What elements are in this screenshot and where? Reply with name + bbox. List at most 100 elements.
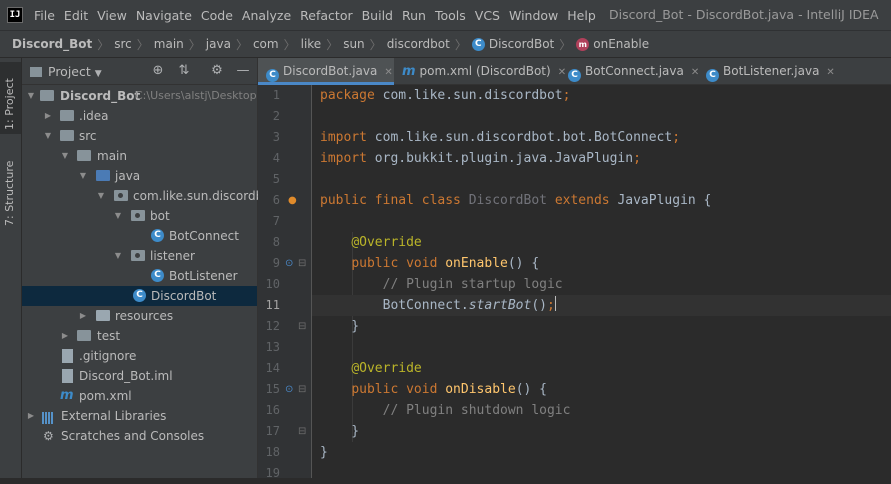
method-icon: m <box>576 37 590 51</box>
tree-item-bot[interactable]: ▼ bot <box>22 206 257 226</box>
tree-item-scratches[interactable]: ⚙ Scratches and Consoles <box>22 426 257 446</box>
menu-run[interactable]: Run <box>402 8 426 23</box>
gear-icon[interactable]: ⚙ <box>209 63 225 79</box>
tree-item-external-libraries[interactable]: ▶ External Libraries <box>22 406 257 426</box>
breadcrumb-main[interactable]: main <box>154 37 184 51</box>
breadcrumb-project[interactable]: Discord_Bot <box>12 37 92 51</box>
breadcrumb-java[interactable]: java <box>206 37 231 51</box>
library-icon <box>42 410 56 424</box>
tree-label: com.like.sun.discordbot <box>133 189 276 203</box>
line-number: 10 <box>265 277 280 291</box>
collapsed-arrow-icon: ▶ <box>44 111 52 120</box>
maven-icon: m <box>402 64 416 79</box>
tree-label: DiscordBot <box>151 289 217 303</box>
tree-item-discordbot[interactable]: C DiscordBot <box>22 286 257 306</box>
project-view-dropdown[interactable]: Project ▼ <box>30 64 102 79</box>
collapsed-arrow-icon: ▶ <box>79 311 87 320</box>
breadcrumb-class[interactable]: DiscordBot <box>489 37 554 51</box>
class-icon: C <box>151 269 164 282</box>
breadcrumb-method[interactable]: onEnable <box>593 37 649 51</box>
collapse-all-icon[interactable]: ⇅ <box>176 63 192 79</box>
breadcrumb-sun[interactable]: sun <box>343 37 364 51</box>
locate-icon[interactable]: ⊕ <box>150 63 166 79</box>
tree-item-idea[interactable]: ▶ .idea <box>22 106 257 126</box>
editor-gutter[interactable]: ● ⊙ ⊙ ⊟ ⊟ ⊟ ⊟ 1 2 3 4 5 6 7 8 9 10 11 12 13 14 15 16 17 1… <box>258 85 312 480</box>
code-editor[interactable]: package com.like.sun.discordbot; import c… <box>312 85 891 478</box>
project-tool-tab[interactable]: 1: Project <box>0 62 21 134</box>
tree-label: .gitignore <box>79 349 137 363</box>
text-caret <box>554 296 556 311</box>
collapsed-arrow-icon: ▶ <box>27 411 35 420</box>
project-panel-header: Project ▼ ⊕ ⇅ ⚙ — <box>22 58 258 85</box>
fold-icon[interactable]: ⊟ <box>298 379 306 400</box>
tree-item-project-root[interactable]: ▼ Discord_Bot C:\Users\alstj\Desktop <box>22 86 257 106</box>
folder-icon <box>30 67 42 77</box>
chevron-right-icon: 〉 <box>369 37 382 52</box>
menu-navigate[interactable]: Navigate <box>136 8 192 23</box>
menu-help[interactable]: Help <box>567 8 596 23</box>
code-token: org.bukkit.plugin.java.JavaPlugin <box>366 151 634 166</box>
chevron-right-icon: 〉 <box>283 37 296 52</box>
tree-item-botlistener[interactable]: C BotListener <box>22 266 257 286</box>
hide-icon[interactable]: — <box>235 63 251 79</box>
breadcrumb-com[interactable]: com <box>253 37 279 51</box>
folder-icon <box>77 330 91 341</box>
tree-item-iml[interactable]: Discord_Bot.iml <box>22 366 257 386</box>
package-icon <box>131 210 145 221</box>
class-icon: C <box>706 69 719 82</box>
tree-item-gitignore[interactable]: .gitignore <box>22 346 257 366</box>
tab-botconnect-java[interactable]: C BotConnect.java ✕ <box>560 58 704 84</box>
menu-refactor[interactable]: Refactor <box>300 8 352 23</box>
code-token: onEnable <box>445 256 508 271</box>
menu-items: File Edit View Navigate Code Analyze Ref… <box>34 0 605 30</box>
fold-icon[interactable]: ⊟ <box>298 316 306 337</box>
breadcrumb-like[interactable]: like <box>301 37 322 51</box>
code-token: BotConnect. <box>320 298 469 313</box>
bean-icon[interactable]: ● <box>288 190 297 211</box>
tree-label: Scratches and Consoles <box>61 429 205 443</box>
tree-item-botconnect[interactable]: C BotConnect <box>22 226 257 246</box>
code-token: DiscordBot <box>468 193 547 208</box>
tree-item-resources[interactable]: ▶ resources <box>22 306 257 326</box>
override-method-icon[interactable]: ⊙ <box>285 379 293 400</box>
menu-code[interactable]: Code <box>201 8 233 23</box>
close-icon[interactable]: ✕ <box>826 67 834 78</box>
project-tool-tab-label: 1: Project <box>3 78 16 130</box>
tab-botlistener-java[interactable]: C BotListener.java ✕ <box>698 58 846 84</box>
override-method-icon[interactable]: ⊙ <box>285 253 293 274</box>
tree-item-package[interactable]: ▼ com.like.sun.discordbot <box>22 186 275 206</box>
breadcrumb-src[interactable]: src <box>114 37 132 51</box>
code-line: public void onEnable() { <box>320 253 539 274</box>
tree-item-listener[interactable]: ▼ listener <box>22 246 257 266</box>
tree-item-test[interactable]: ▶ test <box>22 326 257 346</box>
expanded-arrow-icon: ▼ <box>114 211 122 220</box>
project-panel-title: Project <box>48 64 91 79</box>
tab-discordbot-java[interactable]: C DiscordBot.java ✕ <box>258 58 394 85</box>
tab-pom-xml[interactable]: m pom.xml (DiscordBot) ✕ <box>394 58 566 84</box>
close-icon[interactable]: ✕ <box>384 67 392 78</box>
tree-item-pom[interactable]: m pom.xml <box>22 386 257 406</box>
menu-tools[interactable]: Tools <box>435 8 466 23</box>
tree-item-src[interactable]: ▼ src <box>22 126 257 146</box>
code-token: public final class <box>320 193 461 208</box>
menu-edit[interactable]: Edit <box>64 8 88 23</box>
breadcrumb-discordbot-package[interactable]: discordbot <box>387 37 450 51</box>
menu-analyze[interactable]: Analyze <box>242 8 291 23</box>
breadcrumb: Discord_Bot 〉 src 〉 main 〉 java 〉 com 〉 like 〉… <box>0 30 891 58</box>
chevron-right-icon: 〉 <box>559 37 572 52</box>
tree-item-main[interactable]: ▼ main <box>22 146 257 166</box>
code-line: import org.bukkit.plugin.java.JavaPlugin… <box>320 148 641 169</box>
structure-tool-tab[interactable]: 7: Structure <box>0 150 21 230</box>
fold-icon[interactable]: ⊟ <box>298 421 306 442</box>
line-number: 7 <box>272 214 280 228</box>
menu-file[interactable]: File <box>34 8 55 23</box>
menu-window[interactable]: Window <box>509 8 558 23</box>
tree-label: .idea <box>79 109 109 123</box>
menu-build[interactable]: Build <box>362 8 393 23</box>
tree-item-java[interactable]: ▼ java <box>22 166 257 186</box>
menu-view[interactable]: View <box>97 8 127 23</box>
class-icon: C <box>266 69 279 82</box>
menu-vcs[interactable]: VCS <box>475 8 500 23</box>
fold-icon[interactable]: ⊟ <box>298 253 306 274</box>
